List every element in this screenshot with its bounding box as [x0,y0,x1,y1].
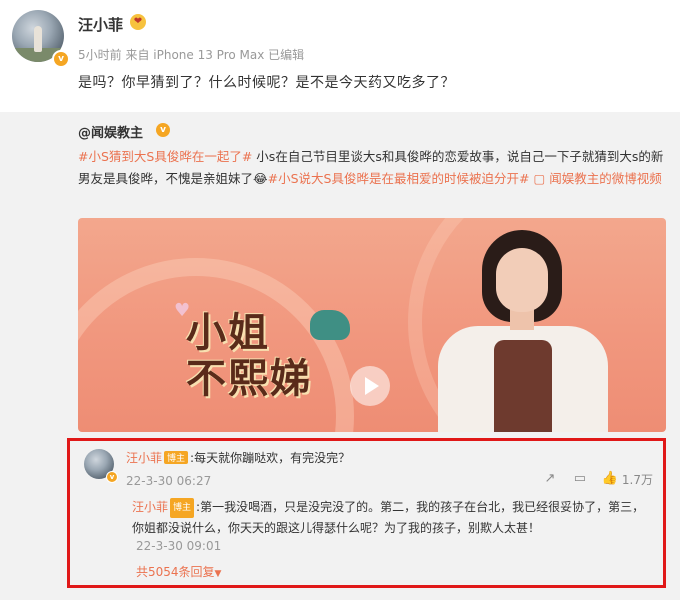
show-logo: 小姐 不熙娣 [186,310,312,402]
host-top [494,340,552,432]
repost-hashtag[interactable]: #小S猜到大S具俊晔在一起了# [78,149,252,164]
like-button[interactable]: 👍 1.7万 [602,471,653,488]
reply-item: 汪小菲 博主:第一我没喝酒，只是没完没了的。第二，我的孩子在台北，我已经很妥协了，… [132,497,652,538]
post-header: v 汪小菲 ❤ 5小时前 来自 iPhone 13 Pro Max 已编辑 是吗… [0,0,680,105]
show-logo-line1: 小姐 [186,309,270,356]
highlighted-comment: v 汪小菲 博主:每天就你蹦哒欢，有完没完？ 22-3-30 06:27 ↗ ▭ … [67,438,666,588]
chevron-down-icon: ▼ [214,569,222,579]
verified-badge-icon: v [52,50,70,68]
show-logo-line2: 不熙娣 [186,355,312,402]
like-count: 1.7万 [621,472,653,487]
comment-actions: ↗ ▭ 👍 1.7万 [542,469,653,489]
host-photo [438,230,608,432]
more-replies-label: 共5054条回复 [136,565,215,579]
author-badge: 博主 [170,498,195,518]
repost-author[interactable]: @闻娱教主 [78,122,143,141]
repost-hashtag[interactable]: #小S说大S具俊晔是在最相爱的时候被迫分开# [268,171,530,186]
comment-time: 22-3-30 06:27 [126,474,212,488]
reply-time: 22-3-30 09:01 [136,539,222,553]
laugh-emoji-icon: 😂 [253,171,268,186]
thumbs-up-icon: 👍 [601,471,619,486]
post-text: 是吗？你早猜到了？什么时候呢？是不是今天药又吃多了？ [78,75,455,91]
author-badge: 博主 [164,451,189,464]
elephant-icon [310,310,350,340]
reply-text: :第一我没喝酒，只是没完没了的。第二，我的孩子在台北，我已经很妥协了，第三，你姐… [132,500,645,535]
video-thumbnail[interactable]: ♥ 小姐 不熙娣 [78,218,666,432]
share-icon[interactable]: ↗ [542,471,558,487]
avatar-figure [34,26,42,52]
host-face [496,248,548,312]
comment-icon[interactable]: ▭ [572,471,588,487]
video-link[interactable]: ▢ 闻娱教主的微博视频 [533,171,661,186]
comment-username[interactable]: 汪小菲 [126,451,162,465]
comment-text: :每天就你蹦哒欢，有完没完？ [190,451,351,465]
fan-badge-icon[interactable]: ❤ [130,14,146,30]
post-username[interactable]: 汪小菲 [78,14,123,35]
more-replies-link[interactable]: 共5054条回复▼ [136,563,221,580]
reply-username[interactable]: 汪小菲 [132,500,168,514]
repost-text: #小S猜到大S具俊晔在一起了# 小s在自己节目里谈大s和具俊晔的恋爱故事，说自己… [78,146,670,190]
post-meta: 5小时前 来自 iPhone 13 Pro Max 已编辑 [78,48,305,62]
repost-verified-icon: v [156,123,170,137]
comment-line: 汪小菲 博主:每天就你蹦哒欢，有完没完？ [126,449,350,466]
verified-badge-icon: v [106,471,118,483]
play-icon[interactable] [350,366,390,406]
